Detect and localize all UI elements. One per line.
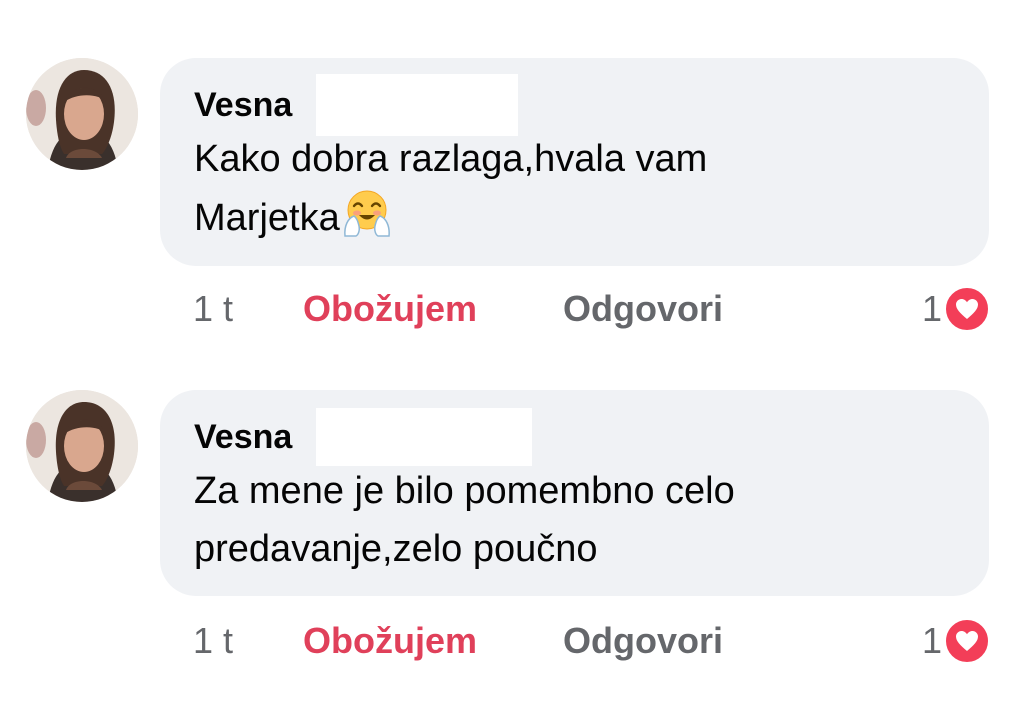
author-name[interactable]: Vesna [194, 86, 292, 124]
reaction-count: 1 [921, 620, 942, 661]
redaction-block [316, 408, 532, 466]
reaction-summary[interactable]: 1 [922, 284, 990, 334]
comment-text-segment: Marjetka [194, 197, 340, 239]
reply-button[interactable]: Odgovori [563, 284, 723, 334]
comment-text-line: predavanje,zelo poučno [194, 528, 598, 570]
comment-bubble[interactable]: Vesna Za mene je bilo pomembno celo pred… [160, 390, 989, 596]
reply-button[interactable]: Odgovori [563, 616, 723, 666]
timestamp[interactable]: 1 t [193, 616, 233, 666]
reaction-count: 1 [921, 288, 942, 329]
love-reaction-button[interactable]: Obožujem [303, 284, 477, 334]
comment-text-line: Marjetka [194, 188, 959, 247]
smiling-face-with-open-hands-icon [342, 188, 392, 238]
comment-text: Za mene je bilo pomembno celo predavanje… [194, 462, 959, 578]
profile-photo [26, 390, 138, 502]
comment-actions: 1 t Obožujem Odgovori 1 [193, 616, 990, 666]
heart-icon [944, 286, 990, 332]
reaction-summary[interactable]: 1 [922, 616, 990, 666]
comment-text-line: Za mene je bilo pomembno celo [194, 470, 735, 512]
redaction-block [316, 74, 518, 136]
avatar[interactable] [26, 390, 138, 502]
love-reaction-button[interactable]: Obožujem [303, 616, 477, 666]
comment-text-line: Kako dobra razlaga,hvala vam [194, 138, 708, 180]
comment-actions: 1 t Obožujem Odgovori 1 [193, 284, 990, 334]
comment-bubble[interactable]: Vesna Kako dobra razlaga,hvala vam Marje… [160, 58, 989, 266]
profile-photo [26, 58, 138, 170]
avatar[interactable] [26, 58, 138, 170]
author-name[interactable]: Vesna [194, 418, 292, 456]
author-row: Vesna [194, 74, 959, 136]
timestamp[interactable]: 1 t [193, 284, 233, 334]
heart-icon [944, 618, 990, 664]
author-row: Vesna [194, 408, 959, 466]
comment-text: Kako dobra razlaga,hvala vam Marjetka [194, 130, 959, 247]
